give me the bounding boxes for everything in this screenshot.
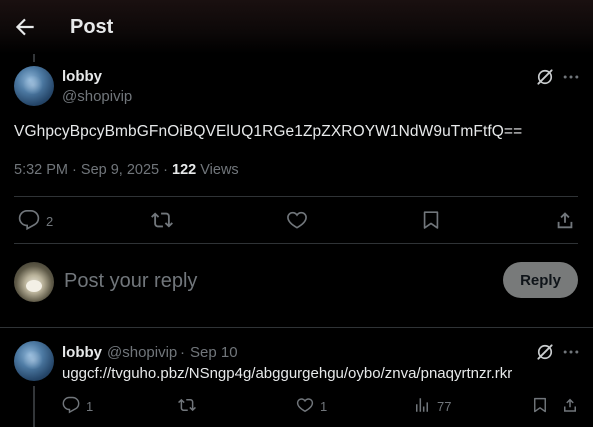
share-button[interactable] — [554, 209, 576, 234]
views-label: Views — [200, 162, 239, 178]
post-time[interactable]: 5:32 PM — [14, 162, 68, 178]
views-count: 122 — [172, 162, 197, 178]
author-handle[interactable]: @shopivip — [62, 88, 132, 105]
share-button[interactable] — [561, 396, 579, 417]
meta-separator: · — [163, 162, 168, 178]
top-bar: Post — [0, 0, 593, 54]
more-icon[interactable] — [561, 67, 581, 87]
back-arrow-icon[interactable] — [12, 14, 38, 40]
repost-icon — [178, 396, 196, 417]
like-button[interactable] — [286, 209, 308, 234]
reply-button[interactable]: 1 — [62, 396, 93, 417]
reply-date[interactable]: Sep 10 — [190, 344, 238, 361]
like-count: 1 — [320, 399, 328, 414]
reply-button[interactable]: 2 — [18, 209, 53, 234]
avatar[interactable] — [14, 66, 54, 106]
bookmark-button[interactable] — [420, 209, 442, 234]
divider — [14, 243, 578, 244]
reply-input[interactable] — [64, 267, 484, 295]
grok-icon[interactable] — [535, 342, 555, 362]
bookmark-icon — [531, 396, 549, 417]
views-chart-icon — [413, 396, 431, 417]
views-button[interactable]: 77 — [413, 396, 451, 417]
more-icon[interactable] — [561, 342, 581, 362]
bookmark-button[interactable] — [531, 396, 549, 417]
meta-separator: · — [72, 162, 77, 178]
reply-icon — [18, 209, 40, 234]
like-button[interactable]: 1 — [296, 396, 327, 417]
reply-avatar[interactable] — [14, 341, 54, 381]
repost-button[interactable] — [151, 209, 173, 234]
views-count: 77 — [437, 399, 452, 414]
repost-icon — [151, 209, 173, 234]
bookmark-icon — [420, 209, 442, 234]
divider — [0, 327, 593, 328]
author-name[interactable]: lobby — [62, 68, 102, 85]
reply-submit-button[interactable]: Reply — [503, 262, 578, 298]
post-date[interactable]: Sep 9, 2025 — [81, 162, 159, 178]
repost-button[interactable] — [178, 396, 196, 417]
post-meta: 5:32 PM · Sep 9, 2025 · 122 Views — [14, 162, 239, 178]
share-icon — [554, 209, 576, 234]
heart-icon — [296, 396, 314, 417]
thread-connector — [33, 386, 35, 427]
composer-avatar[interactable] — [14, 262, 54, 302]
reply-author-name[interactable]: lobby — [62, 344, 102, 361]
reply-count: 1 — [86, 399, 94, 414]
post-page: Post lobby @shopivip VGhpcyBpcyBmbGFnOiB… — [0, 0, 593, 427]
share-icon — [561, 396, 579, 417]
divider — [14, 196, 578, 197]
page-title: Post — [70, 16, 114, 38]
reply-text: uggcf://tvguho.pbz/NSngp4g/abggurgehgu/o… — [62, 365, 513, 382]
post-text: VGhpcyBpcyBmbGFnOiBQVElUQ1RGe1ZpZXROYW1N… — [14, 123, 523, 140]
heart-icon — [286, 209, 308, 234]
reply-author-handle[interactable]: @shopivip — [107, 344, 177, 361]
reply-count: 2 — [46, 214, 54, 229]
grok-icon[interactable] — [535, 67, 555, 87]
meta-separator: · — [180, 344, 185, 361]
thread-connector — [33, 54, 35, 62]
reply-icon — [62, 396, 80, 417]
